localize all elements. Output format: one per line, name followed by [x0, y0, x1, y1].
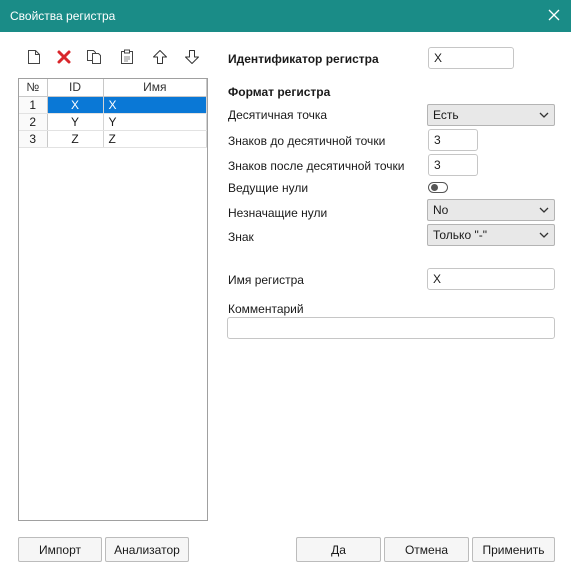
- digits-after-input[interactable]: 3: [428, 154, 478, 176]
- table-header: № ID Имя: [19, 79, 207, 97]
- move-up-button[interactable]: [150, 46, 170, 68]
- move-down-icon: [185, 50, 199, 64]
- register-name-label: Имя регистра: [228, 273, 304, 287]
- row-id[interactable]: Z: [47, 130, 104, 148]
- decimal-point-value: Есть: [433, 108, 459, 122]
- paste-register-button[interactable]: [117, 46, 137, 68]
- chevron-down-icon: [539, 232, 549, 238]
- chevron-down-icon: [539, 112, 549, 118]
- row-id[interactable]: Y: [47, 113, 104, 131]
- row-number: 3: [19, 130, 48, 148]
- sign-select[interactable]: Только "-": [427, 224, 555, 246]
- register-toolbar: [20, 46, 210, 70]
- table-row[interactable]: 1 X X: [19, 96, 207, 114]
- apply-button[interactable]: Применить: [472, 537, 555, 562]
- row-number: 2: [19, 113, 48, 131]
- move-up-icon: [153, 50, 167, 64]
- row-number: 1: [19, 96, 48, 114]
- sign-value: Только "-": [433, 228, 487, 242]
- sign-label: Знак: [228, 230, 254, 244]
- comment-label: Комментарий: [228, 302, 304, 316]
- column-header-name[interactable]: Имя: [103, 79, 207, 97]
- trailing-zeros-label: Незначащие нули: [228, 206, 328, 220]
- column-header-number[interactable]: №: [19, 79, 48, 97]
- title-bar: Свойства регистра: [0, 0, 571, 32]
- row-name[interactable]: X: [103, 96, 207, 114]
- paste-icon: [121, 49, 133, 64]
- ok-button[interactable]: Да: [296, 537, 381, 562]
- register-name-input[interactable]: X: [427, 268, 555, 290]
- column-header-id[interactable]: ID: [47, 79, 104, 97]
- copy-register-button[interactable]: [84, 46, 104, 68]
- toggle-knob: [431, 184, 438, 191]
- delete-icon: [57, 50, 71, 64]
- leading-zeros-label: Ведущие нули: [228, 181, 309, 195]
- chevron-down-icon: [539, 207, 549, 213]
- row-name[interactable]: Z: [103, 130, 207, 148]
- format-heading: Формат регистра: [228, 85, 331, 99]
- analyzer-button[interactable]: Анализатор: [105, 537, 189, 562]
- import-button[interactable]: Импорт: [18, 537, 102, 562]
- decimal-point-label: Десятичная точка: [228, 108, 328, 122]
- new-register-button[interactable]: [24, 46, 44, 68]
- move-down-button[interactable]: [182, 46, 202, 68]
- decimal-point-select[interactable]: Есть: [427, 104, 555, 126]
- new-file-icon: [28, 50, 40, 64]
- digits-before-label: Знаков до десятичной точки: [228, 134, 386, 148]
- window-title: Свойства регистра: [10, 9, 116, 23]
- registers-table[interactable]: № ID Имя 1 X X 2 Y Y 3 Z Z: [18, 78, 208, 521]
- trailing-zeros-select[interactable]: No: [427, 199, 555, 221]
- trailing-zeros-value: No: [433, 203, 449, 217]
- close-icon[interactable]: [547, 8, 561, 22]
- cancel-button[interactable]: Отмена: [384, 537, 469, 562]
- copy-icon: [87, 50, 101, 64]
- table-row[interactable]: 3 Z Z: [19, 130, 207, 148]
- digits-before-input[interactable]: 3: [428, 129, 478, 151]
- leading-zeros-toggle[interactable]: [428, 182, 448, 193]
- identifier-label: Идентификатор регистра: [228, 52, 379, 66]
- table-row[interactable]: 2 Y Y: [19, 113, 207, 131]
- delete-register-button[interactable]: [54, 46, 74, 68]
- identifier-input[interactable]: X: [428, 47, 514, 69]
- row-id[interactable]: X: [47, 96, 104, 114]
- digits-after-label: Знаков после десятичной точки: [228, 159, 405, 173]
- row-name[interactable]: Y: [103, 113, 207, 131]
- comment-input[interactable]: [227, 317, 555, 339]
